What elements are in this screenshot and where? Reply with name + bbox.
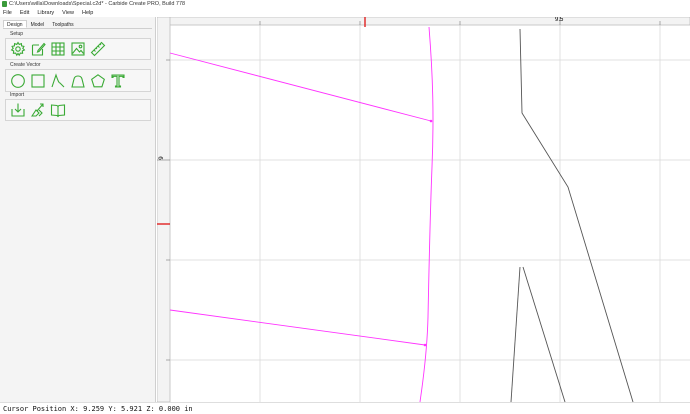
gear-icon[interactable]: [10, 41, 26, 57]
tab-design[interactable]: Design: [3, 20, 27, 28]
menu-library[interactable]: Library: [37, 9, 54, 17]
edit-document-icon[interactable]: [30, 41, 46, 57]
vectors: [510, 28, 634, 402]
pentagon-icon[interactable]: [90, 73, 106, 89]
horizontal-ruler: [157, 17, 690, 26]
import-icon[interactable]: [10, 102, 26, 118]
menu-view[interactable]: View: [62, 9, 74, 17]
window-title: C:\Users\willa\Downloads\Special.c2d* - …: [9, 1, 186, 7]
library-book-icon[interactable]: [50, 102, 66, 118]
circle-icon[interactable]: [10, 73, 26, 89]
tab-bar: Design Model Toolpaths: [3, 20, 78, 28]
selected-vectors: [169, 26, 434, 402]
curve-icon[interactable]: [50, 73, 66, 89]
app-logo-icon: [2, 1, 7, 7]
design-canvas[interactable]: 9.5 6: [157, 17, 690, 402]
ruler-ticks: [157, 17, 661, 361]
menu-edit[interactable]: Edit: [20, 9, 29, 17]
horizontal-ruler-label: 9.5: [555, 17, 564, 23]
tab-toolpaths[interactable]: Toolpaths: [48, 20, 77, 28]
setup-section-label: Setup: [10, 31, 24, 37]
import-section-label: Import: [10, 92, 25, 98]
vertical-ruler-label: 6: [157, 156, 163, 160]
left-tool-panel: Design Model Toolpaths Setup Create Vect…: [0, 17, 156, 402]
tab-model[interactable]: Model: [27, 20, 49, 28]
image-icon[interactable]: [70, 41, 86, 57]
ruler-icon[interactable]: [90, 41, 106, 57]
menu-bar: File Edit Library View Help: [0, 9, 690, 17]
setup-tool-group: [5, 38, 151, 60]
menu-help[interactable]: Help: [82, 9, 93, 17]
status-bar: Cursor Position X: 9.259 Y: 5.921 Z: 0.0…: [0, 402, 690, 414]
title-bar: C:\Users\willa\Downloads\Special.c2d* - …: [0, 0, 690, 9]
tab-divider: [3, 28, 152, 29]
polygon-icon[interactable]: [70, 73, 86, 89]
rectangle-icon[interactable]: [30, 73, 46, 89]
import-tool-group: [5, 99, 151, 121]
vertical-ruler: [157, 17, 171, 402]
grid-icon[interactable]: [50, 41, 66, 57]
import-gerber-icon[interactable]: [30, 102, 46, 118]
create-vector-section-label: Create Vector: [10, 62, 41, 68]
text-icon[interactable]: [110, 73, 126, 89]
menu-file[interactable]: File: [3, 9, 12, 17]
cursor-position-readout: Cursor Position X: 9.259 Y: 5.921 Z: 0.0…: [3, 405, 193, 413]
create-vector-tool-group: [5, 69, 151, 92]
